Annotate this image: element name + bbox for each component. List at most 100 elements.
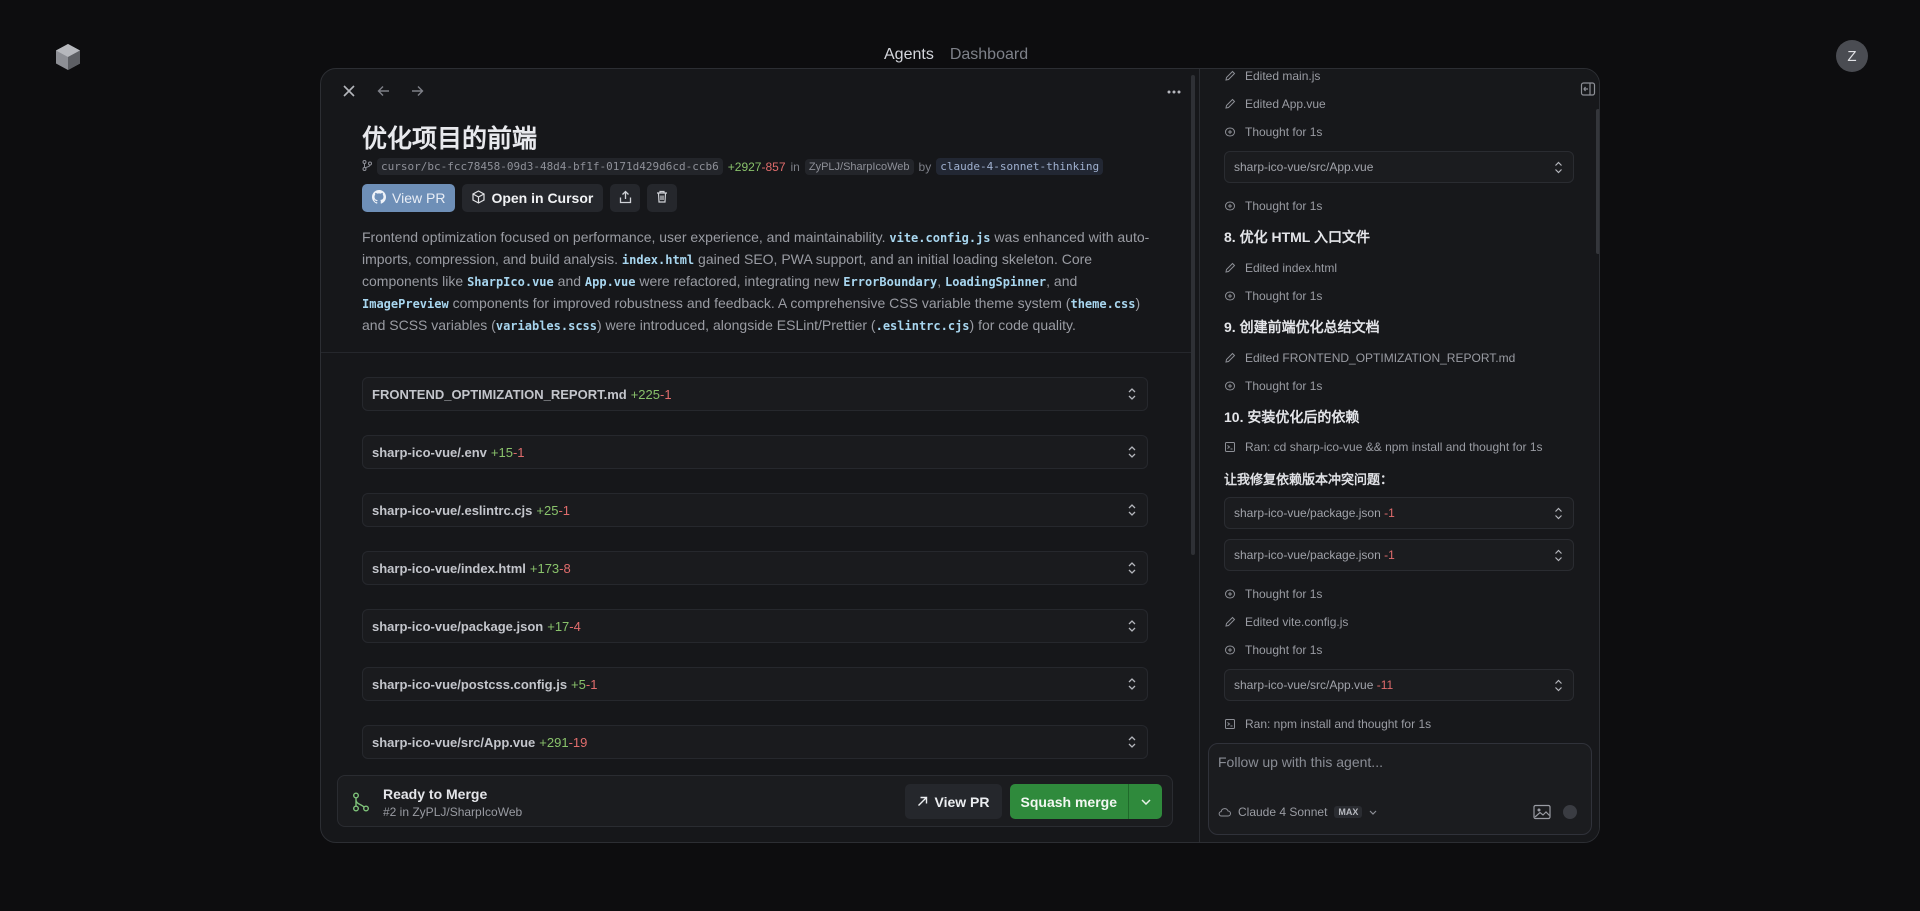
chevron-up-down-icon bbox=[1555, 679, 1562, 692]
activity-text: Thought for 1s bbox=[1245, 587, 1323, 601]
user-avatar[interactable]: Z bbox=[1836, 40, 1868, 72]
scrollbar-thumb[interactable] bbox=[1596, 109, 1599, 254]
share-button[interactable] bbox=[610, 184, 641, 212]
summary-code: index.html bbox=[621, 253, 695, 267]
activity-item[interactable]: Thought for 1s bbox=[1224, 379, 1322, 393]
file-additions: +25 bbox=[536, 502, 559, 518]
send-button[interactable] bbox=[1563, 805, 1577, 819]
nav-agents[interactable]: Agents bbox=[884, 46, 934, 64]
summary-text: , bbox=[937, 273, 945, 289]
chevron-up-down-icon[interactable] bbox=[1127, 561, 1137, 575]
nav-dashboard[interactable]: Dashboard bbox=[950, 46, 1028, 64]
branch-name[interactable]: cursor/bc-fcc78458-09d3-48d4-bf1f-0171d4… bbox=[377, 158, 723, 175]
squash-merge-button-group: Squash merge bbox=[1009, 784, 1162, 819]
file-chip-name: sharp-ico-vue/package.json bbox=[1234, 506, 1381, 520]
main-nav: Agents Dashboard bbox=[884, 46, 1028, 64]
agent-modal: 优化项目的前端 cursor/bc-fcc78458-09d3-48d4-bf1… bbox=[320, 68, 1600, 843]
file-row[interactable]: sharp-ico-vue/package.json +17-4 bbox=[362, 609, 1148, 643]
open-in-cursor-button[interactable]: Open in Cursor bbox=[462, 184, 604, 212]
view-pr-label: View PR bbox=[392, 190, 446, 206]
merge-title: Ready to Merge bbox=[383, 786, 488, 802]
in-label: in bbox=[790, 159, 800, 174]
file-row[interactable]: sharp-ico-vue/postcss.config.js +5-1 bbox=[362, 667, 1148, 701]
activity-text: Thought for 1s bbox=[1245, 289, 1323, 303]
activity-text: Edited vite.config.js bbox=[1245, 615, 1349, 629]
agent-detail-panel: 优化项目的前端 cursor/bc-fcc78458-09d3-48d4-bf1… bbox=[321, 69, 1199, 842]
activity-text: Ran: npm install and thought for 1s bbox=[1245, 717, 1432, 731]
file-row[interactable]: sharp-ico-vue/src/App.vue +291-19 bbox=[362, 725, 1148, 759]
chevron-down-icon bbox=[1369, 810, 1377, 815]
activity-item[interactable]: Thought for 1s bbox=[1224, 643, 1322, 657]
file-name: sharp-ico-vue/.eslintrc.cjs bbox=[372, 502, 533, 518]
scrollbar-thumb[interactable] bbox=[1191, 75, 1195, 555]
terminal-icon bbox=[1225, 442, 1235, 452]
max-badge: MAX bbox=[1334, 806, 1363, 818]
right-scrollbar[interactable] bbox=[1596, 109, 1599, 829]
app-logo-icon[interactable] bbox=[55, 43, 81, 71]
activity-item[interactable]: Thought for 1s bbox=[1224, 587, 1322, 601]
file-row[interactable]: FRONTEND_OPTIMIZATION_REPORT.md +225-1 bbox=[362, 377, 1148, 411]
left-scrollbar[interactable] bbox=[1191, 75, 1195, 835]
activity-item[interactable]: Ran: cd sharp-ico-vue && npm install and… bbox=[1224, 440, 1543, 454]
arrow-right-icon[interactable] bbox=[409, 83, 425, 99]
file-chip-deletions: -1 bbox=[1384, 548, 1395, 562]
close-icon[interactable] bbox=[341, 83, 357, 99]
squash-merge-button[interactable]: Squash merge bbox=[1009, 784, 1128, 819]
chevron-up-down-icon bbox=[1555, 507, 1562, 520]
merge-view-pr-label: View PR bbox=[934, 793, 990, 810]
repo-name[interactable]: ZyPLJ/SharpIcoWeb bbox=[804, 158, 914, 175]
merge-view-pr-button[interactable]: View PR bbox=[904, 784, 1002, 819]
file-row[interactable]: sharp-ico-vue/index.html +173-8 bbox=[362, 551, 1148, 585]
follow-up-input[interactable]: Follow up with this agent... bbox=[1218, 754, 1383, 770]
branch-icon bbox=[362, 159, 372, 174]
more-options-icon[interactable] bbox=[1167, 81, 1181, 99]
summary-code: vite.config.js bbox=[889, 231, 991, 245]
arrow-left-icon[interactable] bbox=[375, 83, 391, 99]
summary-code: ErrorBoundary bbox=[843, 275, 938, 289]
activity-item[interactable]: Ran: npm install and thought for 1s bbox=[1224, 717, 1431, 731]
activity-text: Ran: cd sharp-ico-vue && npm install and… bbox=[1245, 440, 1543, 454]
file-chip-name: sharp-ico-vue/package.json bbox=[1234, 548, 1381, 562]
file-chip[interactable]: sharp-ico-vue/package.json -1 bbox=[1224, 497, 1574, 529]
file-chip[interactable]: sharp-ico-vue/src/App.vue -11 bbox=[1224, 669, 1574, 701]
total-deletions: -857 bbox=[761, 159, 786, 174]
chevron-up-down-icon[interactable] bbox=[1127, 677, 1137, 691]
image-upload-icon[interactable] bbox=[1533, 804, 1551, 820]
chevron-up-down-icon[interactable] bbox=[1127, 619, 1137, 633]
follow-up-composer[interactable]: Follow up with this agent... Claude 4 So… bbox=[1208, 743, 1592, 835]
file-chip[interactable]: sharp-ico-vue/package.json -1 bbox=[1224, 539, 1574, 571]
file-chip[interactable]: sharp-ico-vue/src/App.vue bbox=[1224, 151, 1574, 183]
file-row[interactable]: sharp-ico-vue/.env +15-1 bbox=[362, 435, 1148, 469]
chevron-up-down-icon[interactable] bbox=[1127, 445, 1137, 459]
pencil-icon bbox=[1225, 98, 1236, 109]
file-name: sharp-ico-vue/postcss.config.js bbox=[372, 676, 568, 692]
merge-icon bbox=[353, 792, 369, 812]
activity-item: Edited main.js bbox=[1224, 69, 1320, 83]
activity-item[interactable]: Thought for 1s bbox=[1224, 289, 1322, 303]
file-deletions: -4 bbox=[569, 618, 581, 634]
activity-item[interactable]: Thought for 1s bbox=[1224, 125, 1322, 139]
model-selector[interactable]: Claude 4 Sonnet MAX bbox=[1218, 805, 1377, 819]
chevron-up-down-icon[interactable] bbox=[1127, 387, 1137, 401]
step-heading: 9. 创建前端优化总结文档 bbox=[1224, 319, 1380, 335]
view-pr-button[interactable]: View PR bbox=[362, 184, 456, 212]
step-heading: 10. 安装优化后的依赖 bbox=[1224, 409, 1360, 425]
divider bbox=[321, 352, 1193, 353]
step-heading: 8. 优化 HTML 入口文件 bbox=[1224, 229, 1370, 245]
file-name: sharp-ico-vue/.env bbox=[372, 444, 487, 460]
activity-item[interactable]: Thought for 1s bbox=[1224, 199, 1322, 213]
summary-code: ImagePreview bbox=[362, 297, 449, 311]
collapse-panel-icon[interactable] bbox=[1580, 81, 1596, 97]
chevron-up-down-icon[interactable] bbox=[1127, 735, 1137, 749]
file-row[interactable]: sharp-ico-vue/.eslintrc.cjs +25-1 bbox=[362, 493, 1148, 527]
delete-button[interactable] bbox=[647, 184, 678, 212]
merge-options-dropdown[interactable] bbox=[1128, 784, 1162, 819]
agent-activity-panel: Edited main.js Edited App.vue Thought fo… bbox=[1199, 69, 1599, 842]
chevron-down-icon bbox=[1140, 798, 1151, 805]
summary-text: , and bbox=[1046, 273, 1078, 289]
summary-code: App.vue bbox=[584, 275, 636, 289]
chevron-up-down-icon[interactable] bbox=[1127, 503, 1137, 517]
summary-text: ) were introduced, alongside ESLint/Pret… bbox=[597, 317, 876, 333]
file-additions: +291 bbox=[539, 734, 569, 750]
by-label: by bbox=[918, 159, 932, 174]
